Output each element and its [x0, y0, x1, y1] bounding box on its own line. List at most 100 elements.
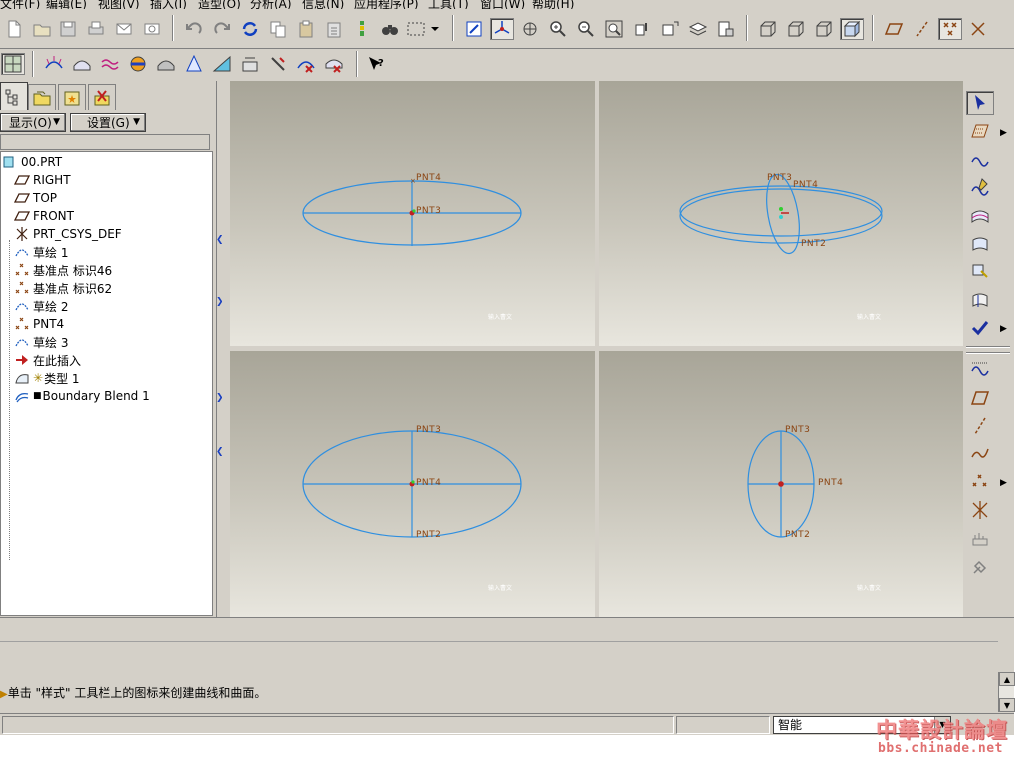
menu-info[interactable]: 信息(N)	[302, 0, 344, 9]
zoom-in-icon[interactable]	[546, 18, 570, 40]
tree-item-datum-point-46[interactable]: 基准点 标识46	[13, 261, 112, 279]
save-icon[interactable]	[56, 18, 80, 40]
csys-tool-icon[interactable]	[966, 498, 994, 522]
tree-item-sketch-3[interactable]: 草绘 3	[13, 333, 68, 351]
model-player-icon[interactable]	[350, 18, 374, 40]
tree-item-sketch-2[interactable]: 草绘 2	[13, 297, 68, 315]
open-folder-icon[interactable]	[30, 18, 54, 40]
chevron-down-icon[interactable]	[428, 18, 442, 40]
scroll-up-icon[interactable]: ▲	[999, 672, 1015, 686]
create-curve-icon[interactable]	[966, 148, 994, 172]
tree-item-pnt4[interactable]: PNT4	[13, 315, 64, 333]
tab-folder-browser[interactable]	[28, 84, 56, 110]
datum-curve-tool-icon[interactable]	[966, 441, 994, 465]
menu-analysis[interactable]: 分析(A)	[250, 0, 292, 9]
selection-box-icon[interactable]	[406, 18, 426, 40]
tab-favorites[interactable]	[58, 84, 86, 110]
curvature-analysis-icon[interactable]	[42, 53, 66, 75]
menu-window[interactable]: 窗口(W)	[480, 0, 525, 9]
done-checkmark-icon[interactable]	[966, 316, 994, 340]
viewport-top-left[interactable]: × PNT4 PNT3 输入曹文	[230, 81, 595, 346]
context-help-icon[interactable]: ?	[364, 53, 388, 75]
menu-tools[interactable]: 工具(T)	[428, 0, 469, 9]
message-scrollbar[interactable]: ▲ ▼	[998, 672, 1015, 712]
curve-from-surface-icon[interactable]	[966, 204, 994, 228]
spin-center-icon[interactable]	[490, 18, 514, 40]
orient-mode-icon[interactable]	[518, 18, 542, 40]
section-curvature-icon[interactable]	[154, 53, 178, 75]
reflection-analysis-icon[interactable]	[238, 53, 262, 75]
sketch-tool-icon[interactable]	[966, 357, 994, 381]
menu-applications[interactable]: 应用程序(P)	[354, 0, 419, 9]
viewport-bottom-right[interactable]: PNT3 PNT4 PNT2 输入曹文	[599, 351, 963, 617]
scroll-down-icon[interactable]: ▼	[999, 698, 1015, 712]
chevron-right-icon[interactable]: ▶	[1000, 324, 1007, 334]
section-analysis-icon[interactable]	[70, 53, 94, 75]
datum-point-tool-icon[interactable]	[966, 470, 994, 494]
repaint-icon[interactable]	[462, 18, 486, 40]
paste-icon[interactable]	[294, 18, 318, 40]
refit-icon[interactable]	[602, 18, 626, 40]
reorient-icon[interactable]	[630, 18, 654, 40]
send-link-icon[interactable]	[140, 18, 164, 40]
view-manager-icon[interactable]	[714, 18, 738, 40]
settings-dropdown[interactable]: 设置(G) ▼	[70, 113, 146, 132]
menu-edit[interactable]: 编辑(E)	[46, 0, 87, 9]
menu-view[interactable]: 视图(V)	[98, 0, 140, 9]
delete-curvature-icon[interactable]	[294, 53, 318, 75]
axis-tool-icon[interactable]	[966, 414, 994, 438]
slope-analysis-icon[interactable]	[210, 53, 234, 75]
menu-model[interactable]: 造型(O)	[198, 0, 241, 9]
chevron-right-icon[interactable]: ▶	[1000, 478, 1007, 488]
binoculars-search-icon[interactable]	[378, 18, 402, 40]
print-icon[interactable]	[84, 18, 108, 40]
offset-analysis-icon[interactable]	[98, 53, 122, 75]
saved-views-icon[interactable]	[658, 18, 682, 40]
graphics-area[interactable]: × PNT4 PNT3 输入曹文 PNT3 PNT4 PNT2 输入曹文 PNT…	[222, 81, 963, 617]
datum-plane-toggle-icon[interactable]	[882, 18, 906, 40]
menu-file[interactable]: 文件(F)	[0, 0, 40, 9]
tree-item-datum-point-62[interactable]: 基准点 标识62	[13, 279, 112, 297]
connect-surface-icon[interactable]	[966, 259, 994, 283]
analysis-feature-icon[interactable]	[966, 527, 994, 551]
delete-analysis-icon[interactable]	[266, 53, 290, 75]
menu-insert[interactable]: 插入(I)	[150, 0, 187, 9]
redo-icon[interactable]	[210, 18, 234, 40]
new-file-icon[interactable]	[2, 18, 26, 40]
tree-item-root[interactable]: 00.PRT	[1, 153, 62, 171]
display-dropdown[interactable]: 显示(O) ▼	[0, 113, 66, 132]
edit-curve-icon[interactable]	[966, 175, 994, 199]
copy-icon[interactable]	[266, 18, 290, 40]
datum-axis-toggle-icon[interactable]	[910, 18, 934, 40]
viewport-top-right[interactable]: PNT3 PNT4 PNT2 输入曹文	[599, 81, 963, 346]
tab-connections[interactable]	[88, 84, 116, 110]
shading-icon[interactable]	[840, 18, 864, 40]
select-arrow-icon[interactable]	[966, 91, 994, 115]
gaussian-curvature-icon[interactable]	[126, 53, 150, 75]
tree-item-csys[interactable]: PRT_CSYS_DEF	[13, 225, 122, 243]
undo-icon[interactable]	[182, 18, 206, 40]
trim-surface-icon[interactable]	[966, 288, 994, 312]
layers-icon[interactable]	[686, 18, 710, 40]
tree-item-boundary-blend-1[interactable]: ■ Boundary Blend 1	[13, 387, 150, 405]
menu-help[interactable]: 帮助(H)	[532, 0, 574, 9]
tree-item-top[interactable]: TOP	[13, 189, 57, 207]
set-active-plane-icon[interactable]	[966, 119, 994, 143]
external-copy-icon[interactable]	[966, 555, 994, 579]
regenerate-icon[interactable]	[238, 18, 262, 40]
wireframe-icon[interactable]	[756, 18, 780, 40]
chevron-right-icon[interactable]: ▶	[1000, 128, 1007, 138]
tree-item-right[interactable]: RIGHT	[13, 171, 71, 189]
grid-icon[interactable]	[1, 53, 25, 75]
csys-toggle-icon[interactable]	[966, 18, 990, 40]
plane-tool-icon[interactable]	[966, 386, 994, 410]
tab-model-tree[interactable]	[0, 82, 28, 110]
tree-item-insert-here[interactable]: 在此插入	[13, 351, 81, 369]
viewport-bottom-left[interactable]: PNT3 PNT4 PNT2 输入曹文	[230, 351, 595, 617]
datum-point-toggle-icon[interactable]	[938, 18, 962, 40]
zoom-out-icon[interactable]	[574, 18, 598, 40]
no-hidden-icon[interactable]	[812, 18, 836, 40]
tree-item-style-type-1[interactable]: ✳ 类型 1	[13, 369, 80, 387]
send-mail-icon[interactable]	[112, 18, 136, 40]
paste-special-icon[interactable]	[322, 18, 346, 40]
